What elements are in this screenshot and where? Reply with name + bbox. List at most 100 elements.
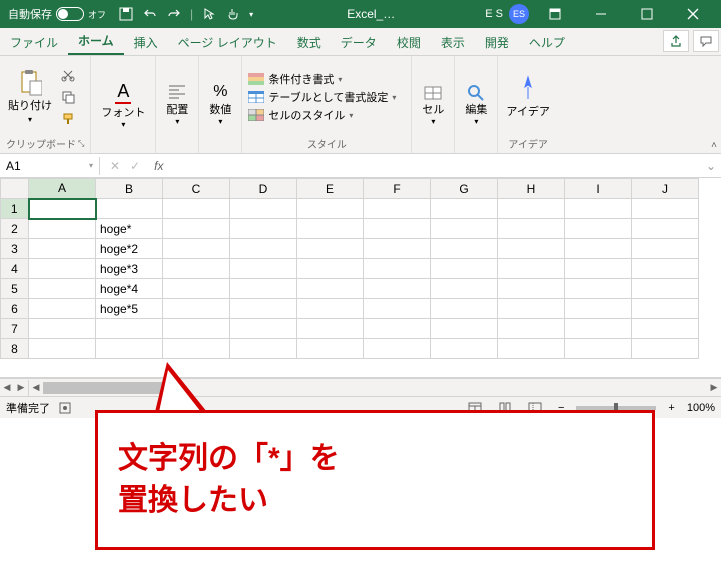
worksheet: A B C D E F G H I J 1 2 hoge* 3 hoge*2 4 ho… — [0, 178, 721, 378]
callout-line1: 文字列の「*」を — [118, 438, 632, 480]
cursor-icon[interactable] — [201, 6, 217, 22]
cell-B2[interactable]: hoge* — [96, 219, 163, 239]
col-header-I[interactable]: I — [565, 179, 632, 199]
row-header-4[interactable]: 4 — [1, 259, 29, 279]
row-header-6[interactable]: 6 — [1, 299, 29, 319]
group-ideas: アイデア アイデア — [498, 56, 557, 153]
group-font: A フォント ▾ — [91, 56, 156, 153]
cells-dropdown[interactable]: セル ▾ — [418, 81, 448, 128]
share-button[interactable] — [663, 30, 689, 52]
row-header-3[interactable]: 3 — [1, 239, 29, 259]
row-header-8[interactable]: 8 — [1, 339, 29, 359]
scroll-left-icon[interactable]: ◀ — [0, 380, 14, 396]
redo-icon[interactable] — [166, 6, 182, 22]
enter-formula-icon[interactable]: ✓ — [130, 159, 140, 173]
qat-dropdown-icon[interactable]: ▾ — [249, 10, 253, 19]
zoom-level[interactable]: 100% — [687, 402, 715, 414]
conditional-formatting-button[interactable]: 条件付き書式 ▾ — [248, 71, 396, 87]
group-editing: 編集 ▾ — [455, 56, 498, 153]
fx-label[interactable]: fx — [150, 159, 167, 173]
chevron-down-icon: ▾ — [28, 115, 32, 124]
cond-format-icon — [248, 73, 264, 85]
name-box[interactable]: A1 ▾ — [0, 157, 100, 175]
close-button[interactable] — [673, 0, 713, 28]
tab-help[interactable]: ヘルプ — [519, 30, 575, 55]
formula-bar[interactable] — [167, 164, 701, 168]
toggle-icon — [56, 7, 84, 21]
cell-B5[interactable]: hoge*4 — [96, 279, 163, 299]
autosave-toggle[interactable]: 自動保存 オフ — [4, 6, 110, 22]
cells-icon — [423, 83, 443, 101]
dialog-launcher-icon[interactable]: ⤡ — [78, 139, 84, 149]
ideas-button[interactable]: アイデア — [504, 73, 551, 121]
cell-B3[interactable]: hoge*2 — [96, 239, 163, 259]
comments-button[interactable] — [693, 30, 719, 52]
cell-styles-button[interactable]: セルのスタイル ▾ — [248, 107, 396, 123]
col-header-F[interactable]: F — [364, 179, 431, 199]
format-as-table-button[interactable]: テーブルとして書式設定 ▾ — [248, 89, 396, 105]
table-icon — [248, 91, 264, 103]
tab-home[interactable]: ホーム — [68, 28, 124, 55]
group-cells: セル ▾ — [412, 56, 455, 153]
col-header-B[interactable]: B — [96, 179, 163, 199]
tab-data[interactable]: データ — [331, 30, 387, 55]
autosave-label: 自動保存 — [8, 6, 52, 22]
group-clipboard: 貼り付け ▾ クリップボード⤡ — [0, 56, 91, 153]
editing-dropdown[interactable]: 編集 ▾ — [461, 81, 491, 128]
tab-page-layout[interactable]: ページ レイアウト — [168, 30, 287, 55]
tab-view[interactable]: 表示 — [431, 30, 475, 55]
row-header-1[interactable]: 1 — [1, 199, 29, 219]
cut-icon[interactable] — [58, 65, 78, 85]
format-painter-icon[interactable] — [58, 109, 78, 129]
ribbon-tabs: ファイル ホーム 挿入 ページ レイアウト 数式 データ 校閲 表示 開発 ヘル… — [0, 28, 721, 56]
formula-bar-row: A1 ▾ ✕ ✓ fx ⌄ — [0, 154, 721, 178]
cell-B6[interactable]: hoge*5 — [96, 299, 163, 319]
group-styles: 条件付き書式 ▾ テーブルとして書式設定 ▾ セルのスタイル ▾ スタイル — [242, 56, 412, 153]
tab-file[interactable]: ファイル — [0, 30, 68, 55]
paste-button[interactable]: 貼り付け ▾ — [6, 69, 54, 126]
tab-insert[interactable]: 挿入 — [124, 30, 168, 55]
tab-review[interactable]: 校閲 — [387, 30, 431, 55]
title-bar: 自動保存 オフ | ▾ Excel_… E S ES — [0, 0, 721, 28]
col-header-H[interactable]: H — [498, 179, 565, 199]
user-name: E S — [485, 8, 503, 20]
col-header-D[interactable]: D — [230, 179, 297, 199]
zoom-in-button[interactable]: + — [664, 402, 678, 414]
col-header-J[interactable]: J — [632, 179, 699, 199]
ribbon-options-icon[interactable] — [535, 0, 575, 28]
tab-formulas[interactable]: 数式 — [287, 30, 331, 55]
select-all-corner[interactable] — [1, 179, 29, 199]
annotation-callout: 文字列の「*」を 置換したい — [95, 380, 655, 550]
collapse-ribbon-icon[interactable]: ˄ — [711, 140, 717, 151]
minimize-button[interactable] — [581, 0, 621, 28]
user-avatar[interactable]: ES — [509, 4, 529, 24]
maximize-button[interactable] — [627, 0, 667, 28]
tab-developer[interactable]: 開発 — [475, 30, 519, 55]
col-header-C[interactable]: C — [163, 179, 230, 199]
row-header-7[interactable]: 7 — [1, 319, 29, 339]
row-header-5[interactable]: 5 — [1, 279, 29, 299]
touch-mode-icon[interactable] — [225, 6, 241, 22]
copy-icon[interactable] — [58, 87, 78, 107]
row-header-2[interactable]: 2 — [1, 219, 29, 239]
expand-formula-bar-icon[interactable]: ⌄ — [701, 159, 721, 173]
macro-record-icon[interactable] — [58, 401, 72, 415]
scroll-right-icon[interactable]: ▶ — [14, 380, 28, 396]
cancel-formula-icon[interactable]: ✕ — [110, 159, 120, 173]
alignment-dropdown[interactable]: 配置 ▾ — [162, 81, 192, 128]
col-header-G[interactable]: G — [431, 179, 498, 199]
col-header-E[interactable]: E — [297, 179, 364, 199]
undo-icon[interactable] — [142, 6, 158, 22]
font-dropdown[interactable]: A フォント ▾ — [97, 79, 149, 131]
cell-B1[interactable] — [96, 199, 163, 219]
save-icon[interactable] — [118, 6, 134, 22]
paste-icon — [18, 71, 42, 95]
col-header-A[interactable]: A — [29, 179, 96, 199]
cell-A1[interactable] — [29, 199, 96, 219]
cell-B4[interactable]: hoge*3 — [96, 259, 163, 279]
grid: A B C D E F G H I J 1 2 hoge* 3 hoge*2 4 ho… — [0, 178, 699, 359]
ribbon: 貼り付け ▾ クリップボード⤡ A フォント ▾ 配置 — [0, 56, 721, 154]
number-dropdown[interactable]: % 数値 ▾ — [205, 81, 235, 128]
autosave-state: オフ — [88, 8, 106, 21]
group-alignment: 配置 ▾ — [156, 56, 199, 153]
